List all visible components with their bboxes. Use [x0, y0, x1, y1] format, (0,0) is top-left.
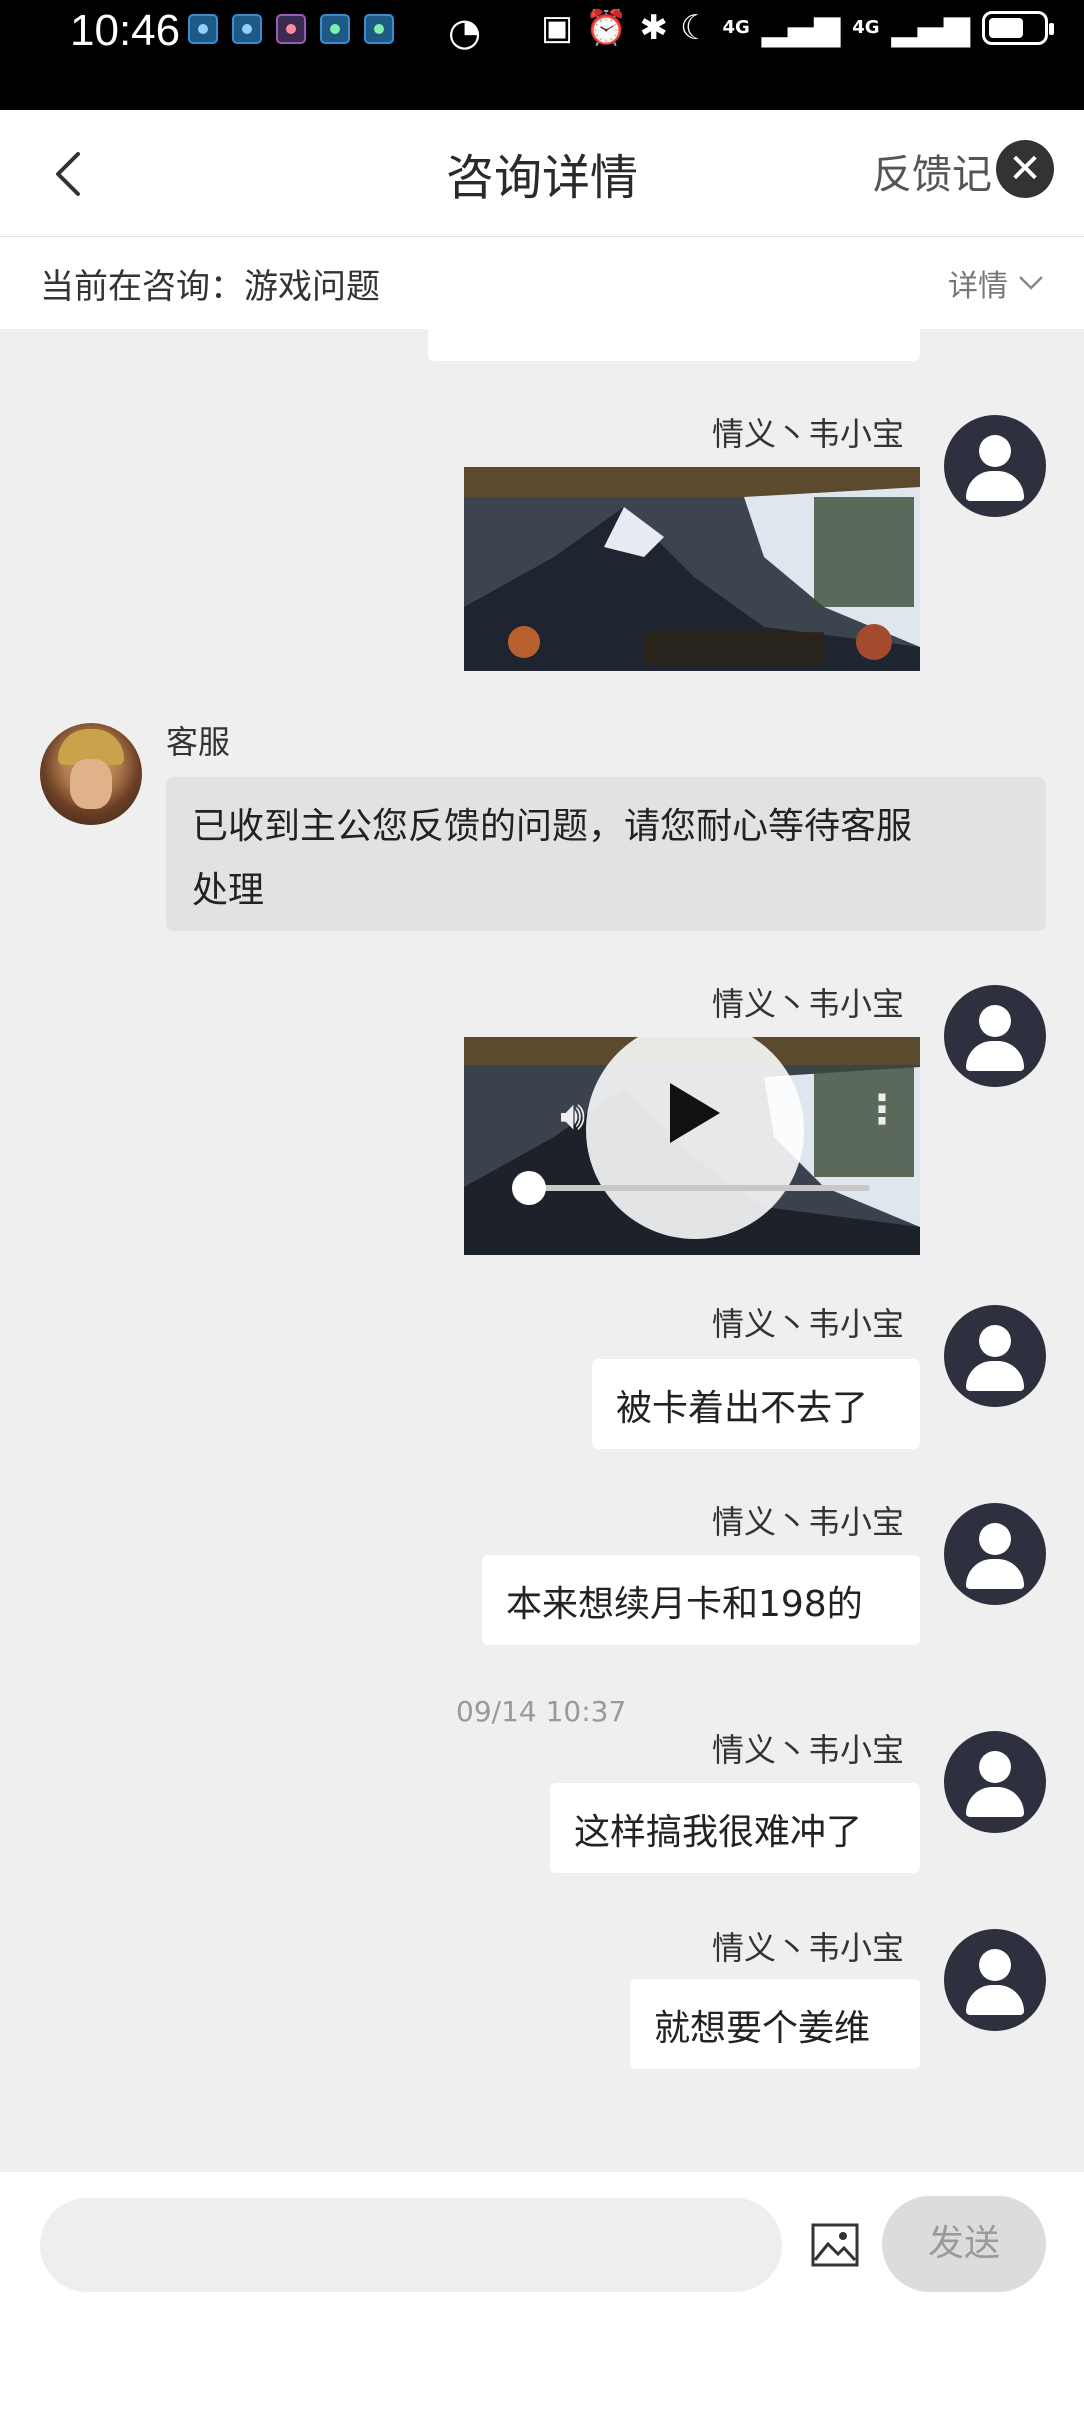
image-message[interactable] — [464, 467, 920, 671]
sender-name: 情义丶韦小宝 — [712, 415, 905, 453]
message-bubble: 本来想续月卡和198的 — [482, 1555, 920, 1645]
status-bar: 10:46 ◔ ▣ ⏰ ✱ ☾ 4G ▂▄▆ 4G ▂▄▆ — [0, 0, 1084, 110]
battery-icon — [982, 11, 1054, 45]
sender-name: 情义丶韦小宝 — [712, 1305, 905, 1343]
message-bubble: 被卡着出不去了 — [592, 1359, 920, 1449]
status-right-icons: ▣ ⏰ ✱ ☾ 4G ▂▄▆ 4G ▂▄▆ — [541, 8, 1054, 48]
chevron-down-icon — [1019, 276, 1043, 290]
detail-label: 详情 — [948, 269, 1008, 304]
message-input[interactable] — [40, 2198, 782, 2292]
signal-icon: ▂▄▆ — [761, 8, 841, 48]
topic-detail-toggle[interactable]: 详情 — [948, 261, 1044, 305]
more-options-icon[interactable]: ⋮ — [862, 1087, 902, 1133]
cs-avatar[interactable] — [40, 723, 142, 825]
send-button[interactable]: 发送 — [882, 2196, 1046, 2292]
topic-value: 游戏问题 — [244, 267, 380, 307]
video-message[interactable]: 🔊︎ ⋮ — [464, 1037, 920, 1255]
sender-name: 情义丶韦小宝 — [712, 1929, 905, 1967]
feedback-record-link[interactable]: 反馈记 — [872, 142, 992, 200]
network-label-1: 4G — [722, 17, 750, 38]
message-bubble: 这样搞我很难冲了 — [550, 1783, 920, 1873]
speedometer-icon: ◔ — [448, 10, 482, 54]
user-avatar[interactable] — [944, 415, 1046, 517]
nfc-icon: ▣ — [541, 8, 574, 48]
user-avatar[interactable] — [944, 1503, 1046, 1605]
volume-icon[interactable]: 🔊︎ — [560, 1093, 585, 1139]
close-icon[interactable]: ✕ — [996, 140, 1054, 198]
sender-name: 情义丶韦小宝 — [712, 1731, 905, 1769]
user-avatar[interactable] — [944, 1731, 1046, 1833]
app-notification-icon — [276, 14, 306, 44]
network-label-2: 4G — [852, 17, 880, 38]
message-text-line: 已收到主公您反馈的问题，请您耐心等待客服 — [192, 806, 913, 847]
signal-icon: ▂▄▆ — [891, 8, 970, 48]
app-notification-icon — [188, 14, 218, 44]
chat-area[interactable]: 情义丶韦小宝 客服 已收到主公您反馈的问题，请您耐心等待客服 处理 情义丶韦小宝 — [0, 329, 1084, 2172]
alarm-icon: ⏰ — [585, 8, 628, 48]
message-text-line: 处理 — [192, 870, 265, 911]
video-progress-knob[interactable] — [512, 1171, 546, 1205]
bluetooth-icon: ✱ — [639, 8, 668, 48]
input-bar: 发送 — [0, 2172, 1084, 2412]
message-bubble: 已收到主公您反馈的问题，请您耐心等待客服 处理 — [166, 777, 1046, 931]
sender-name: 情义丶韦小宝 — [712, 1503, 905, 1541]
app-notification-icon — [320, 14, 350, 44]
topic-bar: 当前在咨询：游戏问题 详情 — [0, 237, 1084, 329]
user-avatar[interactable] — [944, 985, 1046, 1087]
current-topic: 当前在咨询：游戏问题 — [40, 259, 380, 308]
message-bubble: 就想要个姜维 — [630, 1979, 920, 2069]
video-progress-bar[interactable] — [528, 1185, 870, 1191]
app-notification-icon — [364, 14, 394, 44]
moon-icon: ☾ — [679, 8, 711, 48]
status-time: 10:46 — [70, 6, 181, 55]
header: 咨询详情 反馈记 ✕ — [0, 110, 1084, 237]
partial-message-bubble — [428, 329, 920, 361]
image-picker-icon[interactable] — [810, 2220, 860, 2270]
message-timestamp: 09/14 10:37 — [456, 1695, 627, 1728]
notification-icons — [188, 14, 394, 44]
topic-label: 当前在咨询： — [40, 267, 244, 307]
app-notification-icon — [232, 14, 262, 44]
user-avatar[interactable] — [944, 1305, 1046, 1407]
sender-name: 客服 — [166, 723, 231, 761]
play-icon — [670, 1083, 720, 1143]
user-avatar[interactable] — [944, 1929, 1046, 2031]
sender-name: 情义丶韦小宝 — [712, 985, 905, 1023]
